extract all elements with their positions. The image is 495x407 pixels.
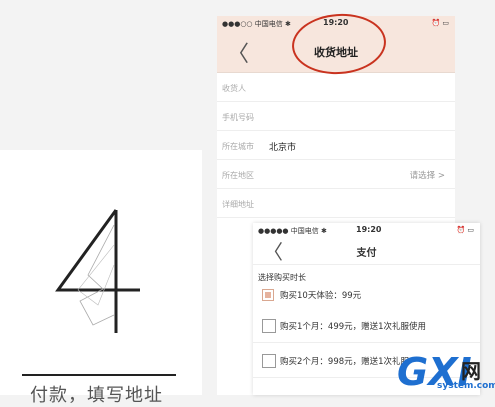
nav-bar: 〈 支付 — [253, 236, 480, 265]
step-number-four — [48, 205, 143, 335]
field-label: 详细地址 — [222, 200, 254, 209]
checkbox-icon[interactable] — [262, 354, 276, 368]
status-time: 19:20 — [356, 225, 382, 234]
option-1-month[interactable]: 购买1个月：499元，赠送1次礼服使用 — [253, 308, 480, 343]
page-title: 支付 — [356, 248, 377, 259]
select-prompt[interactable]: 请选择 > — [410, 169, 445, 181]
field-label: 收货人 — [222, 84, 246, 93]
field-city[interactable]: 所在城市 北京市 — [217, 131, 455, 160]
option-10-day-trial[interactable]: 购买10天体验：99元 — [253, 286, 480, 308]
option-label: 购买2个月：998元，赠送1次礼服 — [280, 357, 410, 367]
step-caption: 付款，填写地址 — [30, 385, 163, 406]
field-label: 所在地区 — [222, 171, 254, 180]
watermark-cn: 网 — [461, 359, 481, 383]
checkbox-icon[interactable] — [262, 319, 276, 333]
option-label: 购买10天体验：99元 — [280, 291, 362, 301]
status-bar: ●●●●● 中国电信 ✱ 19:20 ⏰ ▭ — [253, 223, 480, 236]
field-district[interactable]: 所在地区 请选择 > — [217, 160, 455, 189]
field-consignee[interactable]: 收货人 — [217, 73, 455, 102]
field-phone[interactable]: 手机号码 — [217, 102, 455, 131]
field-label: 所在城市 — [222, 142, 254, 151]
watermark-url: system.com — [437, 381, 495, 391]
battery-icon: ⏰ ▭ — [456, 226, 474, 234]
carrier-label: ●●●●● 中国电信 ✱ — [258, 227, 327, 235]
watermark-logo: GXI 网 system.com — [397, 350, 495, 394]
option-label: 购买1个月：499元，赠送1次礼服使用 — [280, 322, 427, 332]
carrier-label: ●●●○○ 中国电信 ✱ — [222, 20, 291, 28]
battery-icon: ⏰ ▭ — [431, 19, 449, 27]
field-label: 手机号码 — [222, 113, 254, 122]
section-label: 选择购买时长 — [258, 273, 306, 282]
divider-line — [22, 374, 176, 376]
field-detail-address[interactable]: 详细地址 — [217, 189, 455, 218]
field-value: 北京市 — [269, 143, 297, 153]
checkbox-checked-icon[interactable] — [262, 289, 274, 301]
four-digit-graphic — [55, 209, 140, 333]
